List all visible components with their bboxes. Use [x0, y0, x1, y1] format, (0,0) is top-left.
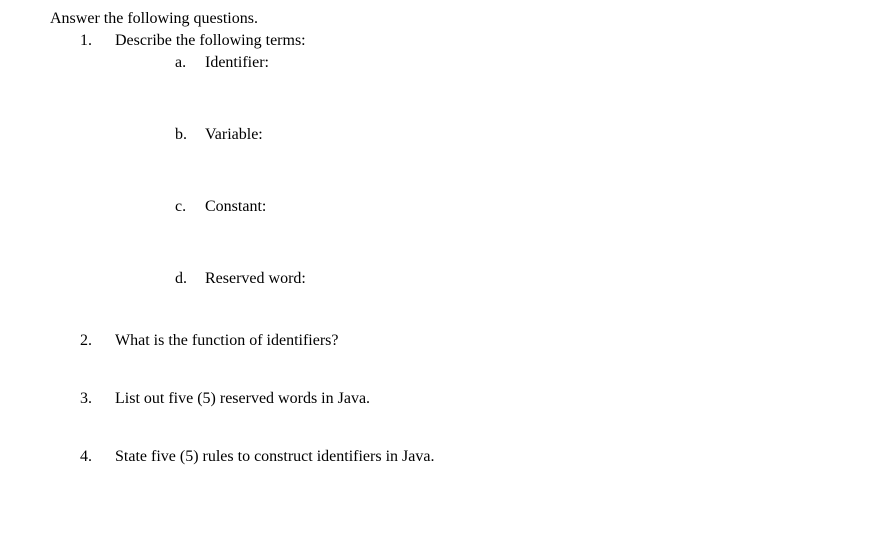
question-row: 4. State five (5) rules to construct ide…: [80, 448, 895, 466]
sub-letter: b.: [175, 126, 205, 144]
question-number: 2.: [80, 332, 115, 350]
sub-item: a. Identifier:: [175, 54, 895, 72]
sub-item: c. Constant:: [175, 198, 895, 216]
question-number: 4.: [80, 448, 115, 466]
question-text: State five (5) rules to construct identi…: [115, 448, 434, 466]
question-text: List out five (5) reserved words in Java…: [115, 390, 370, 408]
sub-letter: c.: [175, 198, 205, 216]
question-row: 2. What is the function of identifiers?: [80, 332, 895, 350]
sub-letter: d.: [175, 270, 205, 288]
sub-list: a. Identifier: b. Variable: c. Constant:…: [80, 54, 895, 288]
question-list: 1. Describe the following terms: a. Iden…: [50, 32, 895, 466]
sub-text: Variable:: [205, 126, 263, 144]
sub-text: Identifier:: [205, 54, 269, 72]
question-text: What is the function of identifiers?: [115, 332, 338, 350]
question-number: 1.: [80, 32, 115, 50]
sub-text: Constant:: [205, 198, 266, 216]
sub-letter: a.: [175, 54, 205, 72]
sub-item: d. Reserved word:: [175, 270, 895, 288]
sub-text: Reserved word:: [205, 270, 306, 288]
question-4: 4. State five (5) rules to construct ide…: [80, 448, 895, 466]
question-1: 1. Describe the following terms: a. Iden…: [80, 32, 895, 288]
question-3: 3. List out five (5) reserved words in J…: [80, 390, 895, 408]
question-text: Describe the following terms:: [115, 32, 306, 50]
question-number: 3.: [80, 390, 115, 408]
question-row: 1. Describe the following terms:: [80, 32, 895, 50]
question-2: 2. What is the function of identifiers?: [80, 332, 895, 350]
intro-text: Answer the following questions.: [50, 10, 895, 28]
question-row: 3. List out five (5) reserved words in J…: [80, 390, 895, 408]
sub-item: b. Variable:: [175, 126, 895, 144]
